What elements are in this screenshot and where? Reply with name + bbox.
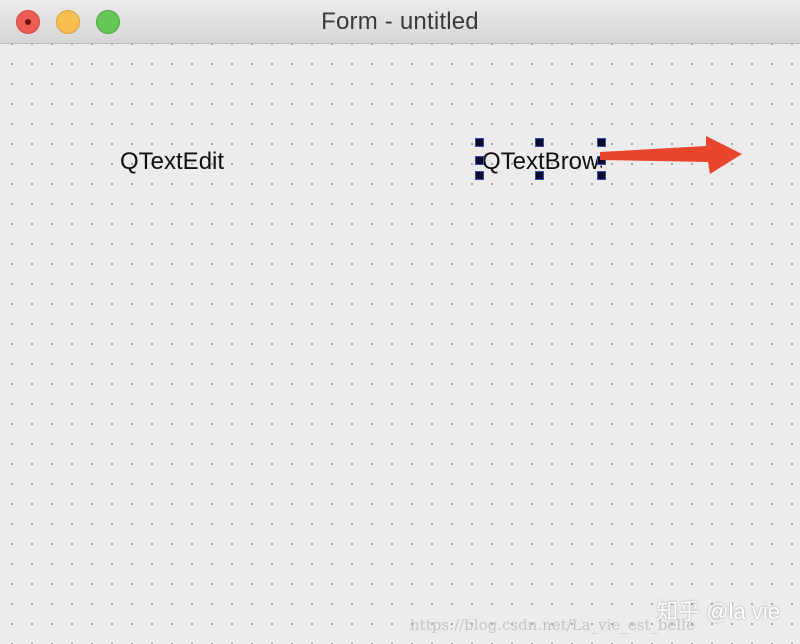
annotation-arrow-icon [600, 136, 742, 174]
selection-handle-bottom-center[interactable] [535, 171, 544, 180]
title-bar[interactable]: Form - untitled [0, 0, 800, 44]
arrow-shape [600, 136, 742, 174]
designer-window: Form - untitled QTextEdit QTextBrowser 知… [0, 0, 800, 644]
form-canvas[interactable]: QTextEdit QTextBrowser 知乎 @la vie https:… [0, 44, 800, 644]
selection-handle-top-left[interactable] [475, 138, 484, 147]
qtextedit-widget[interactable]: QTextEdit [120, 148, 224, 176]
selection-handle-middle-left[interactable] [475, 156, 484, 165]
selection-handle-top-center[interactable] [535, 138, 544, 147]
selection-handle-bottom-left[interactable] [475, 171, 484, 180]
url-watermark: https://blog.csdn.net/La_vie_est_belle [410, 616, 695, 634]
window-title: Form - untitled [321, 8, 479, 35]
